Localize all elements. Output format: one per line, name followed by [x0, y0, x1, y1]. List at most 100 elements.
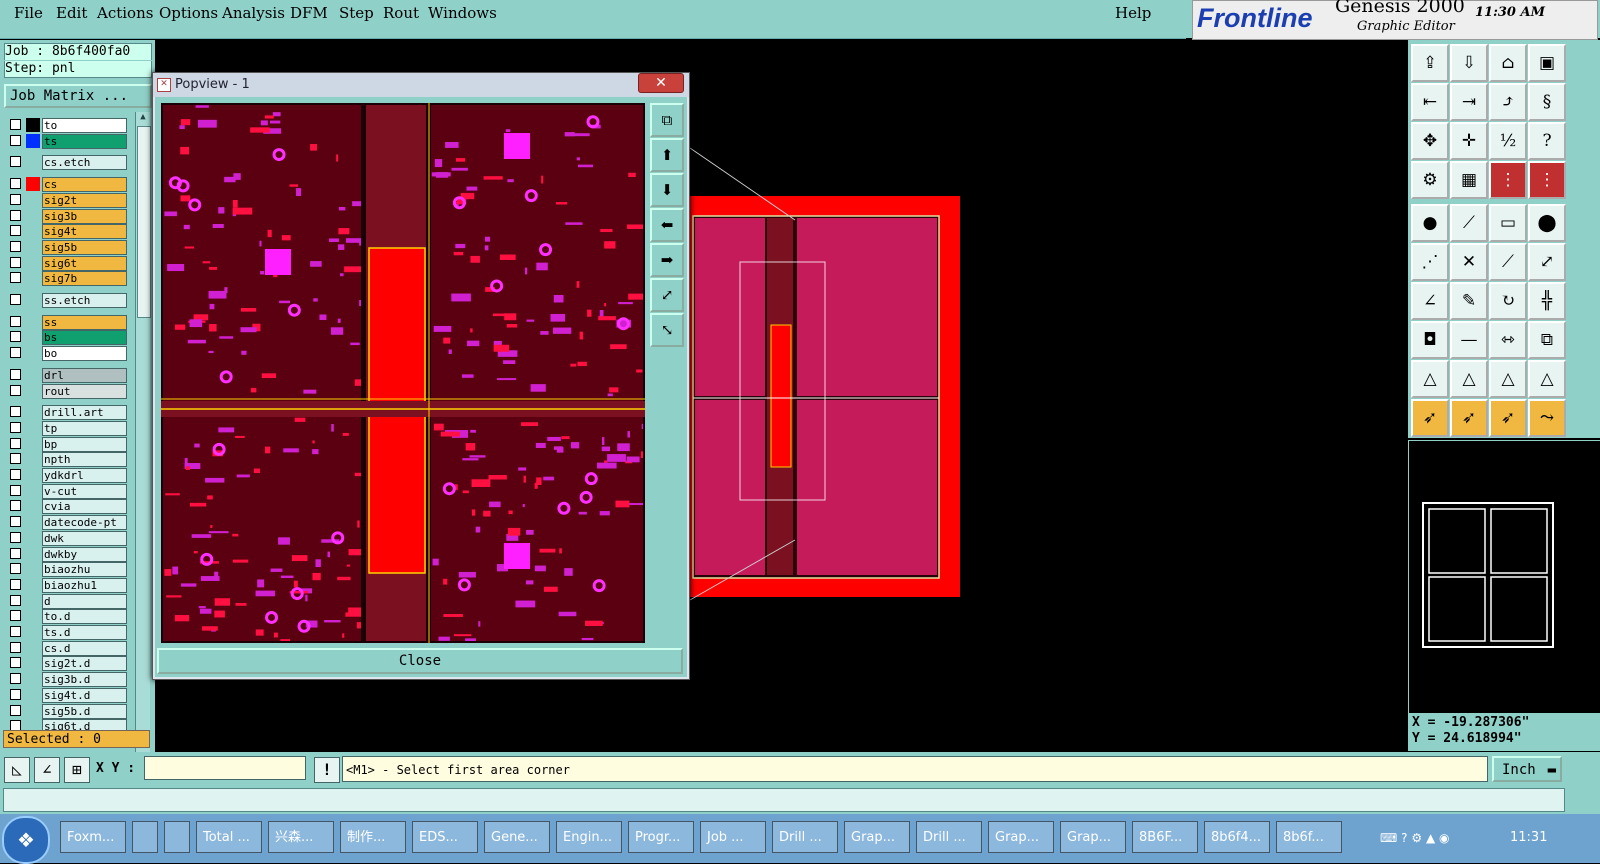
- split-icon[interactable]: ╬: [1528, 282, 1566, 320]
- layer-name[interactable]: sig4t: [42, 224, 127, 240]
- menu-dfm[interactable]: DFM: [290, 4, 328, 22]
- layer-checkbox[interactable]: [10, 178, 21, 190]
- layer-checkbox[interactable]: [10, 688, 21, 700]
- layer-name[interactable]: v-cut: [42, 483, 127, 499]
- layer-row[interactable]: to.d: [8, 609, 127, 625]
- layer-checkbox[interactable]: [10, 315, 21, 327]
- layer-name[interactable]: drill.art: [42, 405, 127, 421]
- layer-name[interactable]: bp: [42, 436, 127, 452]
- arc-icon[interactable]: ↻: [1489, 282, 1527, 320]
- taskbar-item[interactable]: Drill ...: [772, 821, 838, 853]
- pointer2-icon[interactable]: ➶: [1450, 399, 1488, 437]
- layer-checkbox[interactable]: [10, 294, 21, 305]
- layer-checkbox[interactable]: [10, 384, 21, 396]
- snake-icon[interactable]: §: [1528, 83, 1566, 121]
- layer-row[interactable]: biaozhu: [8, 562, 127, 578]
- layer-row[interactable]: drl: [8, 367, 127, 383]
- layer-name[interactable]: cvia: [42, 499, 127, 515]
- taskbar-item[interactable]: Job ...: [700, 821, 766, 853]
- menu-analysis[interactable]: Analysis: [222, 4, 285, 22]
- export-icon[interactable]: ⇪: [1411, 44, 1449, 82]
- taskbar-item[interactable]: 8b6f...: [1276, 821, 1342, 853]
- taskbar-item[interactable]: Gene...: [484, 821, 550, 853]
- pointer3-icon[interactable]: ➶: [1489, 399, 1527, 437]
- cross-icon[interactable]: ✕: [1450, 243, 1488, 281]
- popview-canvas[interactable]: [161, 103, 645, 643]
- layer-checkbox[interactable]: [10, 594, 21, 606]
- layer-name[interactable]: sig2t.d: [42, 656, 127, 672]
- slash-icon[interactable]: ⟋: [1450, 204, 1488, 242]
- layer-red-icon[interactable]: ⋮: [1489, 161, 1527, 199]
- layer-row[interactable]: rout: [8, 383, 127, 399]
- move-right-icon[interactable]: ⇥: [1450, 83, 1488, 121]
- triangle4-icon[interactable]: △: [1528, 360, 1566, 398]
- layer-name[interactable]: ss: [42, 314, 127, 330]
- diag-icon[interactable]: ⤢: [1528, 243, 1566, 281]
- layer-checkbox[interactable]: [10, 209, 21, 221]
- layer-row[interactable]: cs.d: [8, 640, 127, 656]
- layer-row[interactable]: sig2t: [8, 192, 127, 208]
- layer-checkbox[interactable]: [10, 563, 21, 575]
- layer-red2-icon[interactable]: ⋮: [1528, 161, 1566, 199]
- menu-help[interactable]: Help: [1115, 4, 1151, 22]
- triangle-icon[interactable]: △: [1411, 360, 1449, 398]
- layer-checkbox[interactable]: [10, 484, 21, 496]
- layer-name[interactable]: npth: [42, 452, 127, 468]
- layer-row[interactable]: d: [8, 593, 127, 609]
- taskbar-item[interactable]: Grap...: [988, 821, 1054, 853]
- layer-checkbox[interactable]: [10, 156, 21, 168]
- snap-grid-icon[interactable]: ◺: [4, 757, 30, 783]
- taskbar-item[interactable]: Engin...: [556, 821, 622, 853]
- dot-icon[interactable]: ⬤: [1528, 204, 1566, 242]
- job-matrix-button[interactable]: Job Matrix ...: [4, 84, 152, 108]
- layer-row[interactable]: cs.etch: [8, 155, 127, 171]
- layer-name[interactable]: ts: [42, 133, 127, 149]
- layer-checkbox[interactable]: [10, 347, 21, 359]
- layer-checkbox[interactable]: [10, 119, 21, 130]
- layer-name[interactable]: ydkdrl: [42, 468, 127, 483]
- grid-icon[interactable]: ▦: [1450, 161, 1488, 199]
- layer-checkbox[interactable]: [10, 531, 21, 543]
- snap-angle-icon[interactable]: ∠: [34, 757, 60, 783]
- layer-name[interactable]: d: [42, 593, 127, 609]
- close-icon[interactable]: ✕: [638, 73, 684, 93]
- layer-row[interactable]: bs: [8, 330, 127, 346]
- layer-row[interactable]: ss: [8, 314, 127, 330]
- layer-color-swatch[interactable]: [26, 177, 40, 192]
- layer-checkbox[interactable]: [10, 704, 21, 716]
- taskbar-item[interactable]: 8b6f4...: [1204, 821, 1270, 853]
- layer-checkbox[interactable]: [10, 673, 21, 685]
- layer-row[interactable]: biaozhu1: [8, 577, 127, 593]
- layer-checkbox[interactable]: [10, 272, 21, 284]
- center-icon[interactable]: ✛: [1450, 122, 1488, 160]
- taskbar-item[interactable]: 制作...: [340, 821, 406, 853]
- layer-row[interactable]: dwkby: [8, 546, 127, 562]
- taskbar-item[interactable]: Drill ...: [916, 821, 982, 853]
- keyboard-icon[interactable]: ⌨: [1380, 831, 1397, 845]
- import-icon[interactable]: ⇩: [1450, 44, 1488, 82]
- taskbar-item[interactable]: Grap...: [844, 821, 910, 853]
- menu-windows[interactable]: Windows: [428, 4, 497, 22]
- layer-row[interactable]: sig3b: [8, 208, 127, 224]
- layer-row[interactable]: v-cut: [8, 483, 127, 499]
- measure-icon[interactable]: ⚙: [1411, 161, 1449, 199]
- layer-name[interactable]: sig3b: [42, 208, 127, 224]
- layer-name[interactable]: ts.d: [42, 625, 127, 640]
- layer-row[interactable]: cvia: [8, 499, 127, 515]
- layer-row[interactable]: sig7b: [8, 271, 127, 287]
- layer-name[interactable]: drl: [42, 367, 127, 383]
- pen-icon[interactable]: ✎: [1450, 282, 1488, 320]
- gear-icon[interactable]: ⚙: [1411, 831, 1422, 845]
- popview-pan-down-icon[interactable]: ⬇: [650, 173, 684, 207]
- layer-name[interactable]: to.d: [42, 609, 127, 625]
- taskbar-item[interactable]: Grap...: [1060, 821, 1126, 853]
- layer-row[interactable]: bp: [8, 436, 127, 452]
- alert-icon[interactable]: !: [314, 757, 340, 783]
- angle-icon[interactable]: ∠: [1411, 282, 1449, 320]
- layer-row[interactable]: sig4t: [8, 224, 127, 240]
- layer-name[interactable]: sig2t: [42, 192, 127, 208]
- popview-pan-up-icon[interactable]: ⬆: [650, 138, 684, 172]
- layer-name[interactable]: cs.etch: [42, 155, 127, 171]
- layer-row[interactable]: bo: [8, 346, 127, 362]
- home-icon[interactable]: ⌂: [1489, 44, 1527, 82]
